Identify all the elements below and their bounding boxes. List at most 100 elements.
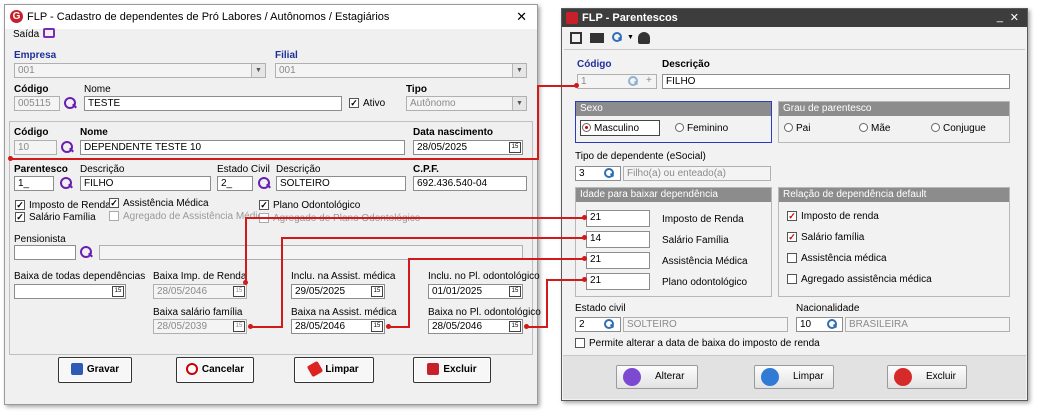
estado-civil-field[interactable]: 2_ — [217, 176, 253, 191]
ativo-checkbox[interactable]: ✓ — [349, 98, 359, 108]
masculino-radio[interactable] — [582, 123, 591, 132]
descricao-field[interactable]: FILHO — [662, 74, 1010, 89]
menu-saida[interactable]: Saída — [13, 29, 39, 40]
idade-imposto-field[interactable]: 21 — [586, 210, 650, 227]
rel-assist-label: Assistência médica — [801, 253, 887, 264]
odonto-checkbox[interactable]: ✓ — [259, 200, 269, 210]
excluir-button[interactable]: Excluir — [413, 357, 491, 383]
idade-assist-field[interactable]: 21 — [586, 252, 650, 269]
incl-assist-field[interactable]: 29/05/2025 15 — [291, 284, 385, 299]
sexo-group: Sexo Masculino Feminino — [575, 101, 772, 143]
search-icon[interactable] — [64, 97, 77, 110]
descricao-label: Descrição — [80, 164, 125, 175]
estado-civil-code-field[interactable]: 2 — [575, 317, 621, 332]
imposto-renda-checkbox[interactable]: ✓ — [15, 200, 25, 210]
calendar-icon[interactable]: 15 — [509, 142, 521, 153]
minimize-icon[interactable]: _ — [997, 11, 1003, 23]
plus-icon[interactable]: + — [646, 75, 652, 86]
connector-line — [537, 85, 539, 160]
rel-imposto-checkbox[interactable]: ✓ — [787, 211, 797, 221]
gravar-label: Gravar — [86, 364, 120, 375]
calendar-icon[interactable]: 15 — [509, 321, 521, 332]
codigo-field[interactable]: 005115 — [14, 96, 60, 111]
chevron-down-icon[interactable]: ▼ — [251, 64, 265, 77]
title-bar: FLP - Parentescos _ ✕ — [562, 9, 1027, 27]
baixa-sal-field[interactable]: 28/05/2039 15 — [153, 319, 247, 334]
empresa-label: Empresa — [14, 50, 57, 61]
baixa-odonto-value: 28/05/2046 — [432, 321, 483, 332]
feminino-radio[interactable] — [675, 123, 684, 132]
calendar-icon[interactable]: 15 — [509, 286, 521, 297]
limpar-button[interactable]: Limpar — [294, 357, 374, 383]
tipo-select[interactable]: Autônomo ▼ — [406, 96, 527, 111]
search-icon[interactable] — [60, 177, 73, 190]
close-icon[interactable]: ✕ — [1010, 11, 1019, 24]
salario-familia-checkbox[interactable]: ✓ — [15, 212, 25, 222]
assistencia-checkbox[interactable]: ✓ — [109, 198, 119, 208]
permite-checkbox[interactable] — [575, 338, 585, 348]
codigo-field[interactable]: 1 + — [577, 74, 657, 89]
chevron-down-icon[interactable]: ▼ — [627, 34, 634, 41]
search-icon[interactable] — [827, 319, 840, 331]
calendar-icon[interactable]: 15 — [371, 286, 383, 297]
calendar-icon[interactable]: 15 — [233, 321, 245, 332]
close-icon[interactable]: ✕ — [516, 9, 527, 25]
baixa-odonto-field[interactable]: 28/05/2046 15 — [428, 319, 523, 334]
nacionalidade-code-field[interactable]: 10 — [796, 317, 843, 332]
chevron-down-icon[interactable]: ▼ — [512, 64, 526, 77]
dep-codigo-field[interactable]: 10 — [14, 140, 57, 155]
chevron-down-icon[interactable]: ▼ — [512, 97, 526, 110]
calendar-icon[interactable]: 15 — [112, 286, 124, 297]
conjugue-radio[interactable] — [931, 123, 940, 132]
calendar-icon[interactable]: 15 — [371, 321, 383, 332]
search-icon[interactable] — [80, 246, 93, 259]
baixa-imp-field[interactable]: 28/05/2046 15 — [153, 284, 247, 299]
idade-salario-field[interactable]: 14 — [586, 231, 650, 248]
estado-civil-code: 2 — [579, 319, 585, 330]
tipo-label: Tipo — [406, 84, 427, 95]
filial-select[interactable]: 001 ▼ — [275, 63, 527, 78]
rel-salario-checkbox[interactable]: ✓ — [787, 232, 797, 242]
rel-agreg-checkbox[interactable] — [787, 274, 797, 284]
search-icon[interactable] — [61, 141, 74, 154]
excluir-button[interactable]: Excluir — [887, 365, 967, 389]
limpar-button[interactable]: Limpar — [754, 365, 834, 389]
search-icon[interactable] — [604, 319, 617, 331]
cancelar-button[interactable]: Cancelar — [176, 357, 254, 383]
dep-nome-field[interactable]: DEPENDENTE TESTE 10 — [80, 140, 405, 155]
mae-radio[interactable] — [859, 123, 868, 132]
connector-dot — [386, 324, 391, 329]
trash-icon — [427, 363, 440, 376]
exit-icon[interactable] — [570, 32, 582, 44]
tipo-dep-code-field[interactable]: 3 — [575, 166, 621, 181]
idade-odonto-field[interactable]: 21 — [586, 273, 650, 290]
connector-line — [281, 237, 283, 328]
nasc-field[interactable]: 28/05/2025 15 — [413, 140, 523, 155]
pai-radio[interactable] — [784, 123, 793, 132]
baixa-todas-field[interactable]: 15 — [14, 284, 126, 299]
alterar-label: Alterar — [655, 371, 685, 382]
search-icon[interactable] — [604, 168, 617, 180]
search-icon[interactable] — [612, 32, 625, 45]
nome-field[interactable]: TESTE — [84, 96, 342, 111]
incl-odonto-field[interactable]: 01/01/2025 15 — [428, 284, 523, 299]
save-icon — [70, 363, 83, 376]
rel-assist-checkbox[interactable] — [787, 253, 797, 263]
agregado-assist-checkbox[interactable] — [109, 211, 119, 221]
baixa-imp-label: Baixa Imp. de Renda — [153, 271, 247, 282]
keyboard-icon[interactable] — [590, 33, 604, 43]
users-icon[interactable] — [638, 32, 650, 44]
search-icon[interactable] — [258, 177, 271, 190]
alterar-button[interactable]: Alterar — [616, 365, 698, 389]
search-icon[interactable] — [628, 76, 641, 88]
pensionista-field[interactable] — [14, 245, 76, 260]
parentesco-field[interactable]: 1_ — [14, 176, 54, 191]
baixa-assist-field[interactable]: 28/05/2046 15 — [291, 319, 385, 334]
app-logo-icon — [566, 12, 578, 24]
calendar-icon[interactable]: 15 — [233, 286, 245, 297]
empresa-select[interactable]: 001 ▼ — [14, 63, 266, 78]
gravar-button[interactable]: Gravar — [58, 357, 132, 383]
exit-screen-icon[interactable] — [43, 28, 55, 38]
cpf-field[interactable]: 692.436.540-04 — [413, 176, 527, 191]
ativo-label: Ativo — [363, 98, 386, 109]
